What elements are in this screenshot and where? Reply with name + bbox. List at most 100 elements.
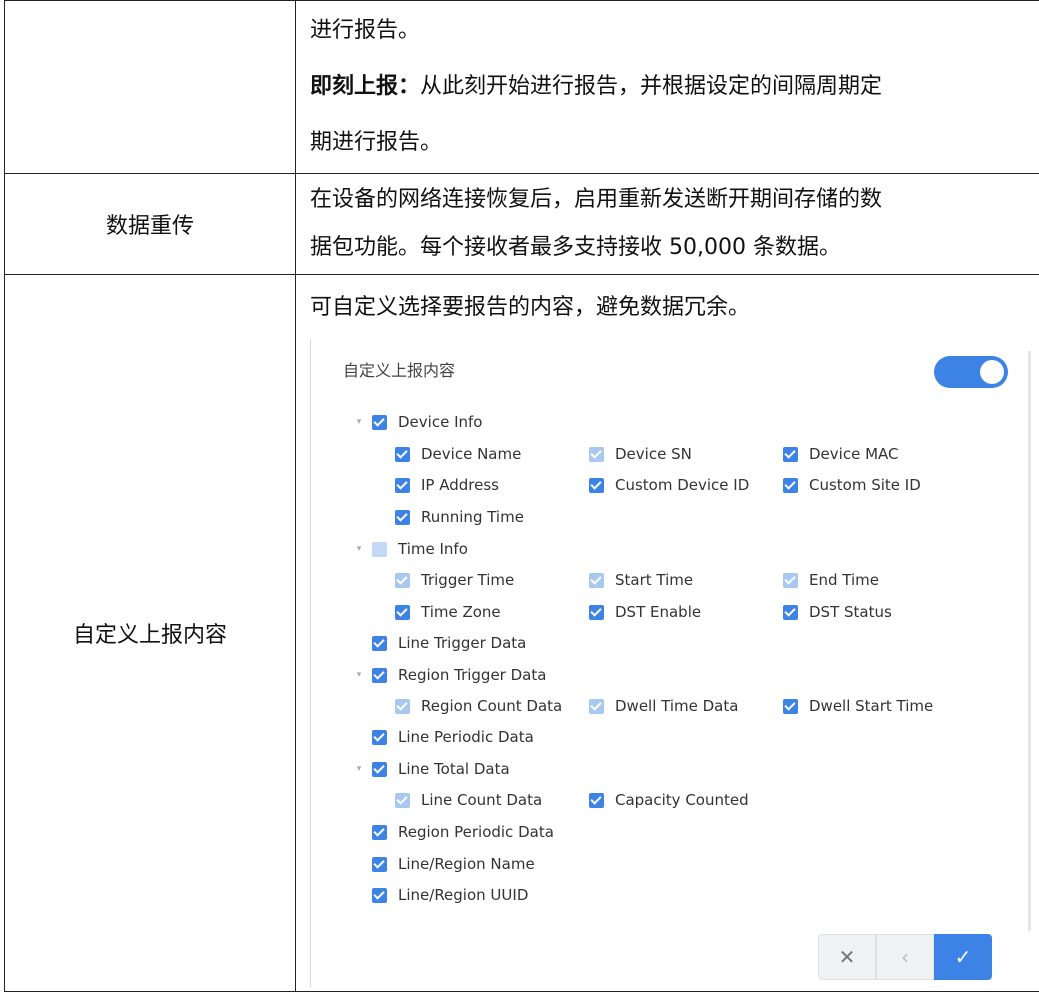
checkbox[interactable] (589, 446, 604, 462)
checkbox[interactable] (395, 698, 410, 714)
tree-node[interactable]: Trigger Time (395, 570, 514, 590)
tree-node[interactable]: Running Time (395, 507, 524, 527)
check-icon: ✓ (954, 945, 972, 969)
checkbox[interactable] (372, 729, 387, 745)
checkbox[interactable] (783, 477, 798, 493)
checkbox[interactable] (783, 604, 798, 620)
tree-node[interactable]: Line Periodic Data (372, 727, 534, 747)
checkbox[interactable] (589, 572, 604, 588)
checkbox[interactable] (783, 698, 798, 714)
tree-node[interactable]: End Time (783, 570, 879, 590)
row-content: 可自定义选择要报告的内容，避免数据冗余。 自定义上报内容 ▾ Device Inf… (295, 274, 1039, 992)
previous-button[interactable]: ‹ (876, 934, 934, 980)
checkbox-label: Custom Device ID (615, 476, 750, 494)
caret-down-icon[interactable]: ▾ (354, 759, 364, 779)
checkbox[interactable] (372, 761, 387, 777)
checkbox-label: Dwell Time Data (615, 697, 739, 715)
checkbox-label: Running Time (421, 508, 524, 526)
checkbox[interactable] (589, 792, 604, 808)
tree-node[interactable]: ▾ Device Info (354, 412, 483, 432)
table-row: 进行报告。 即刻上报：从此刻开始进行报告，并根据设定的间隔周期定 期进行报告。 (4, 0, 1039, 174)
caret-down-icon[interactable]: ▾ (354, 412, 364, 432)
text-line: 即刻上报：从此刻开始进行报告，并根据设定的间隔周期定 (310, 59, 1039, 115)
checkbox[interactable] (372, 635, 387, 651)
checkbox[interactable] (783, 446, 798, 462)
checkbox-label: Line Trigger Data (398, 634, 527, 652)
checkbox-label: Region Count Data (421, 697, 563, 715)
checkbox[interactable] (783, 572, 798, 588)
checkbox-label: Trigger Time (421, 571, 515, 589)
close-button[interactable]: ✕ (818, 934, 876, 980)
text-line: 据包功能。每个接收者最多支持接收 50,000 条数据。 (310, 235, 841, 260)
checkbox-label: Line/Region Name (398, 855, 535, 873)
checkbox-label: Region Trigger Data (398, 666, 547, 684)
confirm-button[interactable]: ✓ (934, 934, 992, 980)
tree-node[interactable]: Device MAC (783, 444, 898, 464)
tree-node[interactable]: DST Status (783, 602, 892, 622)
checkbox[interactable] (395, 572, 410, 588)
tree-node[interactable]: ▾ Time Info (354, 539, 468, 559)
row-label (4, 0, 296, 174)
tree-node[interactable]: Region Count Data (395, 696, 562, 716)
tree-node[interactable]: Device Name (395, 444, 521, 464)
tree-node[interactable]: ▾ Line Total Data (354, 759, 510, 779)
checkbox[interactable] (395, 604, 410, 620)
tree-node[interactable]: Line/Region UUID (372, 885, 528, 905)
row-content: 进行报告。 即刻上报：从此刻开始进行报告，并根据设定的间隔周期定 期进行报告。 (295, 0, 1039, 174)
tree-node[interactable]: Time Zone (395, 602, 501, 622)
checkbox-label: Time Zone (421, 603, 501, 621)
tree-node[interactable]: IP Address (395, 475, 499, 495)
checkbox-label: Dwell Start Time (809, 697, 934, 715)
checkbox[interactable] (589, 698, 604, 714)
caret-down-icon[interactable]: ▾ (354, 665, 364, 685)
row-label: 数据重传 (4, 173, 296, 275)
tree-node[interactable]: ▾ Region Trigger Data (354, 665, 547, 685)
tree-node[interactable]: DST Enable (589, 602, 701, 622)
checkbox-label: Line Total Data (398, 760, 510, 778)
checkbox[interactable] (372, 667, 387, 683)
checkbox[interactable] (395, 477, 410, 493)
table-row: 自定义上报内容 可自定义选择要报告的内容，避免数据冗余。 自定义上报内容 ▾ De… (4, 274, 1039, 992)
checkbox[interactable] (372, 856, 387, 872)
tree-node[interactable]: Start Time (589, 570, 693, 590)
close-icon: ✕ (838, 945, 856, 969)
checkbox-label: Device Name (421, 445, 522, 463)
checkbox[interactable] (372, 824, 387, 840)
checkbox-label: Line Count Data (421, 791, 543, 809)
checkbox[interactable] (395, 792, 410, 808)
checkbox[interactable] (372, 414, 387, 430)
tree-node[interactable]: Line Trigger Data (372, 633, 526, 653)
tree-node[interactable]: Dwell Start Time (783, 696, 933, 716)
checkbox-label: Line/Region UUID (398, 886, 529, 904)
checkbox[interactable] (395, 446, 410, 462)
tree-node[interactable]: Region Periodic Data (372, 822, 554, 842)
checkbox-label: IP Address (421, 476, 499, 494)
scrollbar[interactable] (1028, 351, 1031, 931)
table-row: 数据重传 在设备的网络连接恢复后，启用重新发送断开期间存储的数 据包功能。每个接… (4, 173, 1039, 275)
tree-node[interactable]: Dwell Time Data (589, 696, 738, 716)
checkbox[interactable] (589, 477, 604, 493)
checkbox[interactable] (589, 604, 604, 620)
bold-term: 即刻上报： (310, 74, 421, 99)
spec-table: 进行报告。 即刻上报：从此刻开始进行报告，并根据设定的间隔周期定 期进行报告。 … (4, 0, 1039, 992)
text-line: 可自定义选择要报告的内容，避免数据冗余。 (310, 295, 751, 320)
checkbox-label: Start Time (615, 571, 694, 589)
report-content-tree: ▾ Device Info Device Name Device SN Device M… (310, 339, 1020, 959)
checkbox-label: Line Periodic Data (398, 728, 534, 746)
tree-node[interactable]: Device SN (589, 444, 692, 464)
chevron-left-icon: ‹ (901, 945, 909, 969)
text-line: 进行报告。 (310, 18, 421, 43)
text-line: 在设备的网络连接恢复后，启用重新发送断开期间存储的数 (310, 187, 883, 212)
tree-node[interactable]: Line/Region Name (372, 854, 535, 874)
custom-report-panel: 自定义上报内容 ▾ Device Info Device Name Device SN… (310, 339, 1031, 989)
tree-node[interactable]: Custom Site ID (783, 475, 921, 495)
tree-node[interactable]: Custom Device ID (589, 475, 749, 495)
checkbox[interactable] (372, 887, 387, 903)
checkbox[interactable] (395, 509, 410, 525)
tree-node[interactable]: Capacity Counted (589, 790, 749, 810)
tree-node[interactable]: Line Count Data (395, 790, 542, 810)
checkbox-label: Capacity Counted (615, 791, 749, 809)
caret-down-icon[interactable]: ▾ (354, 539, 364, 559)
checkbox[interactable] (372, 541, 387, 557)
checkbox-label: End Time (809, 571, 879, 589)
